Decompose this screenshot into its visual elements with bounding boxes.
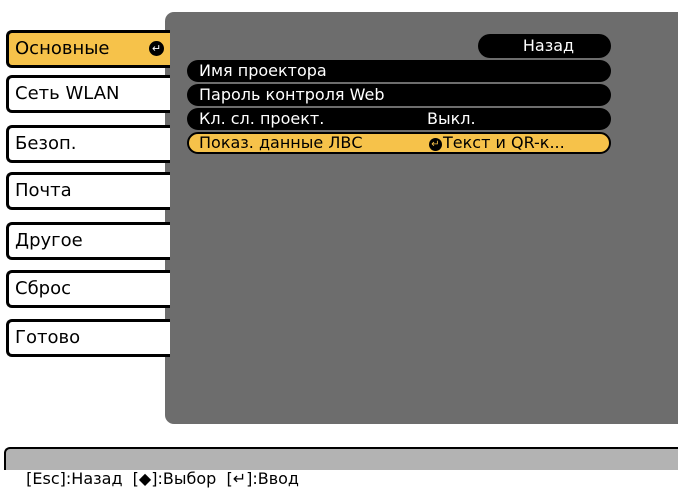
key-help-text: [Esc]:Назад [◆]:Выбор [↵]:Ввод xyxy=(26,469,299,488)
back-button[interactable]: Назад xyxy=(478,34,611,58)
key-help-bar: [Esc]:Назад [◆]:Выбор [↵]:Ввод xyxy=(4,447,678,488)
menu-item-lan-info[interactable]: Показ. данные ЛВС ↵ Текст и QR-к... xyxy=(187,132,611,154)
sidebar-item-label: Другое xyxy=(15,230,83,251)
menu-item-value-group: ↵ Текст и QR-к... xyxy=(429,134,565,152)
sidebar-item-other[interactable]: Другое xyxy=(6,222,170,260)
menu-item-label: Показ. данные ЛВС xyxy=(199,133,363,152)
enter-icon: ↵ xyxy=(149,41,164,56)
sidebar-item-label: Почта xyxy=(15,180,72,201)
sidebar-item-done[interactable]: Готово xyxy=(6,319,170,357)
menu-item-web-password[interactable]: Пароль контроля Web xyxy=(187,84,611,106)
menu-item-value: Текст и QR-к... xyxy=(443,133,565,152)
menu-item-value: Выкл. xyxy=(427,109,476,128)
sidebar-item-label: Основные xyxy=(15,38,110,59)
sidebar-item-mail[interactable]: Почта xyxy=(6,172,170,210)
sidebar-item-label: Безоп. xyxy=(15,133,77,154)
menu-item-label: Кл. сл. проект. xyxy=(199,109,325,128)
menu-item-projector-name[interactable]: Имя проектора xyxy=(187,60,611,82)
enter-icon: ↵ xyxy=(429,138,442,151)
sidebar-item-reset[interactable]: Сброс xyxy=(6,270,170,308)
menu-item-projector-keyword[interactable]: Кл. сл. проект. Выкл. xyxy=(187,108,611,130)
sidebar-item-security[interactable]: Безоп. xyxy=(6,125,170,163)
sidebar-item-basic[interactable]: Основные ↵ xyxy=(6,30,170,68)
menu-item-label: Имя проектора xyxy=(199,61,327,80)
sidebar-item-wlan[interactable]: Сеть WLAN xyxy=(6,75,170,113)
sidebar-item-label: Сеть WLAN xyxy=(15,83,120,104)
sidebar-item-label: Сброс xyxy=(15,278,72,299)
menu-item-label: Пароль контроля Web xyxy=(199,85,385,104)
sidebar-item-label: Готово xyxy=(15,327,81,348)
